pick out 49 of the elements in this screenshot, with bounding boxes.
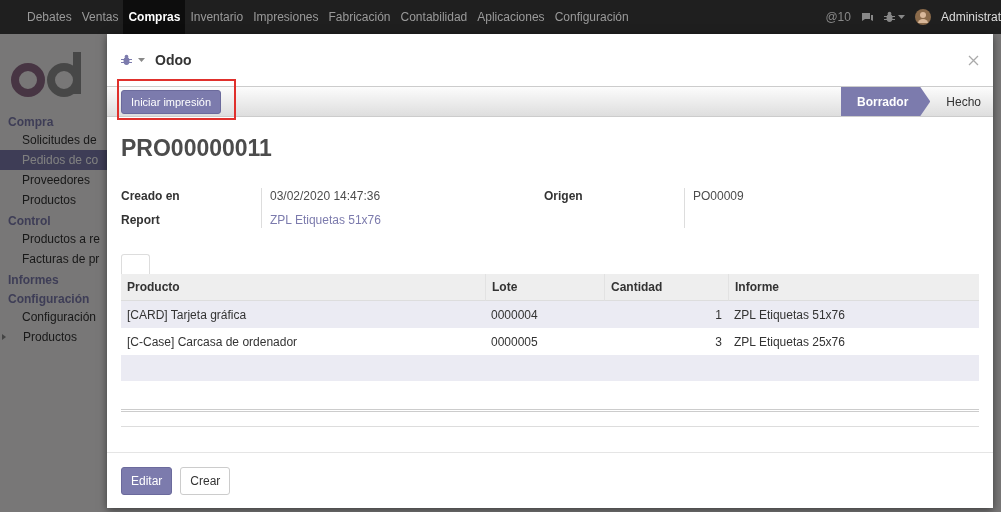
dialog-title: Odoo	[155, 52, 192, 68]
menu-item[interactable]: Fabricación	[323, 0, 396, 34]
menu-item[interactable]: Inventario	[185, 0, 249, 34]
section-title: Configuración	[7, 291, 91, 307]
column-header[interactable]: Producto	[121, 274, 485, 301]
status-step[interactable]: Hecho	[930, 87, 993, 116]
table-cell: 0000004	[485, 301, 604, 328]
menu-item[interactable]: Aplicaciones	[472, 0, 550, 34]
sidebar-item[interactable]: Productos	[0, 190, 107, 210]
column-header[interactable]: Informe	[728, 274, 979, 301]
record-name: PRO00000011	[121, 135, 273, 162]
start-print-button[interactable]: Iniciar impresión	[121, 89, 222, 114]
table-cell: [CARD] Tarjeta gráfica	[121, 301, 485, 328]
field-value: PO00009	[693, 188, 745, 204]
section-title: Compra	[7, 114, 55, 130]
user-name[interactable]: Administrat	[940, 10, 1001, 24]
table-cell: 1	[604, 301, 728, 328]
sidebar-item[interactable]: Solicitudes de	[0, 130, 107, 150]
section-title: Informes	[7, 272, 60, 288]
bug-icon	[883, 11, 895, 23]
field-link[interactable]: ZPL Etiquetas 51x76	[270, 212, 544, 228]
sidebar-item[interactable]: Configuración	[0, 307, 107, 327]
menu-item[interactable]: Ventas	[76, 0, 124, 34]
caret-icon	[138, 58, 145, 62]
table-cell: ZPL Etiquetas 51x76	[728, 301, 979, 328]
bug-icon	[121, 54, 132, 66]
caret-icon	[897, 15, 905, 19]
field-label: Origen	[544, 188, 584, 204]
field-label: Report	[121, 212, 161, 228]
section-title: Control	[7, 213, 52, 229]
sidebar-item[interactable]: Productos a re	[0, 229, 107, 249]
chat-icon[interactable]	[860, 11, 874, 23]
menu-item[interactable]: Impresiones	[248, 0, 324, 34]
field-value: 03/02/2020 14:47:36	[270, 188, 382, 204]
menu-item[interactable]: Debates	[22, 0, 77, 34]
edit-button[interactable]: Editar	[121, 467, 173, 495]
status-step[interactable]: Borrador	[840, 87, 931, 116]
field-label: Creado en	[121, 188, 181, 204]
menu-item[interactable]: Contabilidad	[395, 0, 473, 34]
avatar-icon[interactable]	[914, 9, 931, 25]
create-button[interactable]: Crear	[180, 467, 231, 495]
sidebar-item[interactable]: Facturas de pr	[0, 249, 107, 269]
sidebar-item[interactable]: Proveedores	[0, 170, 107, 190]
menu-item[interactable]: Configuración	[549, 0, 634, 34]
column-header[interactable]: Cantidad	[604, 274, 728, 301]
mentions-counter[interactable]: @10	[825, 10, 851, 24]
column-header[interactable]: Lote	[485, 274, 604, 301]
sidebar-item[interactable]: Productos	[0, 327, 107, 347]
menu-item[interactable]: Compras	[123, 0, 186, 34]
